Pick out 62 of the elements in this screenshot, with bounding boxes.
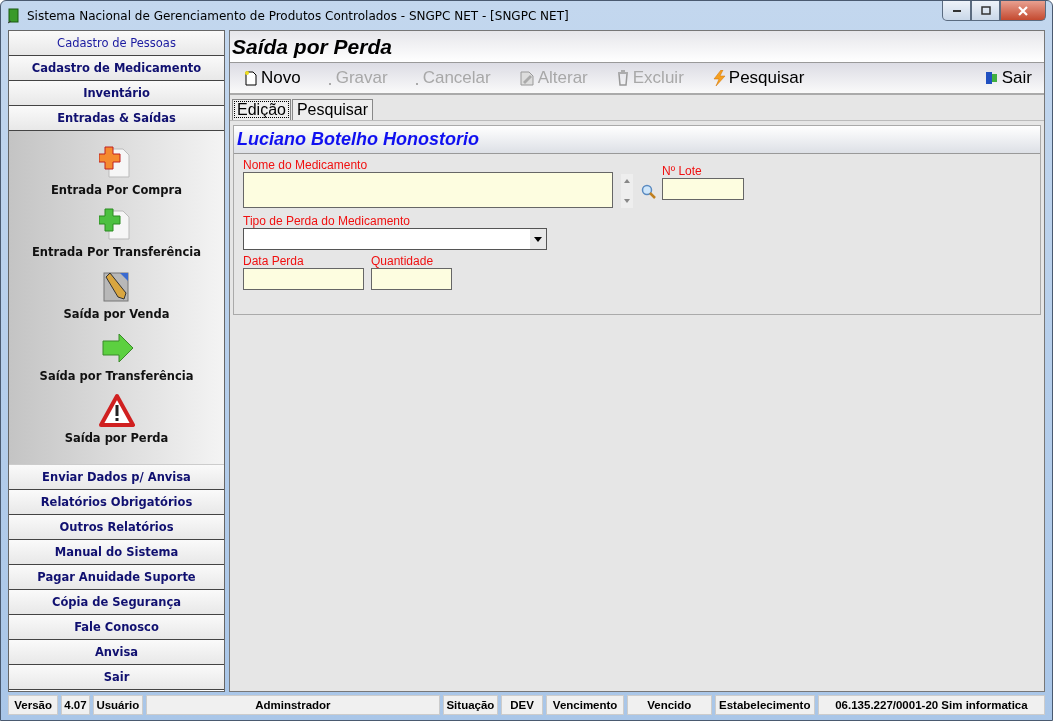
submenu-item[interactable]: Entrada Por Compra [51,183,182,197]
status-cell: 06.135.227/0001-20 Sim informatica [817,695,1045,715]
lightning-icon [711,70,726,86]
submenu-item[interactable]: Saída por Perda [64,431,169,445]
sidebar-item[interactable]: Manual do Sistema [9,540,224,565]
input-field[interactable] [662,178,744,200]
page-title: Saída por Perda [230,31,1044,63]
dropdown-field[interactable] [243,228,547,250]
sidebar-item[interactable]: Cadastro de Medicamento [9,56,224,81]
close-icon [1018,5,1028,16]
sidebar-item[interactable]: Cadastro de Pessoas [9,31,224,56]
tab[interactable]: Pesquisar [291,99,374,120]
submenu-item[interactable]: Saída por Transferência [39,369,194,383]
status-cell: Vencimento [546,695,624,715]
field-label: Nome do Medicamento [243,158,369,172]
input-field[interactable] [243,172,613,208]
input-field[interactable] [371,268,452,290]
minimize-icon [952,9,961,12]
tab[interactable]: Edição [232,99,291,120]
sidebar-item[interactable]: Inventário [9,81,224,106]
submenu-item[interactable]: Entrada Por Transferência [32,245,201,259]
status-cell: DEV [500,695,544,715]
warning-icon [98,393,135,429]
sidebar-item[interactable]: Relatórios Obrigatórios [9,490,224,515]
sidebar-item[interactable]: Outros Relatórios [9,515,224,540]
sidebar-item[interactable]: Enviar Dados p/ Anvisa [9,465,224,490]
caret-icon [530,229,546,249]
search-icon[interactable] [641,184,657,200]
maximize-icon [980,6,991,15]
edit-document-icon [518,70,535,86]
window-title: Sistema Nacional de Gerenciamento de Produtos Controlados - SNGPC NET - [SNGPC NET] [27,8,570,23]
field-label: Data Perda [243,254,305,268]
toolbar-button[interactable]: Novo [244,68,301,88]
sidebar-item[interactable]: Cópia de Segurança [9,590,224,615]
status-cell: Adminstrador [145,695,440,715]
new-document-icon [244,70,258,86]
sidebar-item[interactable]: Entradas & Saídas [9,106,224,131]
field-label: Tipo de Perda do Medicamento [243,214,411,228]
status-cell: Vencido [627,695,712,715]
person-name: Luciano Botelho Honostorio [234,126,1040,154]
sidebar-item[interactable]: Pagar Anuidade Suporte [9,565,224,590]
exit-button[interactable]: Sair [984,68,1032,88]
close-button[interactable] [1000,1,1046,21]
sidebar-item[interactable]: Sair [9,665,224,690]
status-cell: 4.07 [61,695,90,715]
maximize-button[interactable] [971,1,1000,21]
status-cell: Versão [8,695,59,715]
app-icon [7,7,21,24]
field-label: Nº Lote [662,164,703,178]
spinner-icon [621,174,633,208]
sidebar-item[interactable]: Fale Conosco [9,615,224,640]
toolbar-button[interactable]: Pesquisar [711,68,805,88]
sidebar-item[interactable]: Anvisa [9,640,224,665]
door-icon [984,70,999,86]
status-cell: Situação [442,695,498,715]
trash-icon [615,70,630,86]
minimize-button[interactable] [942,1,971,21]
input-field[interactable] [243,268,364,290]
status-cell: Usuário [92,695,143,715]
field-label: Quantidade [371,254,435,268]
submenu-item[interactable]: Saída por Venda [63,307,170,321]
status-cell: Estabelecimento [714,695,815,715]
